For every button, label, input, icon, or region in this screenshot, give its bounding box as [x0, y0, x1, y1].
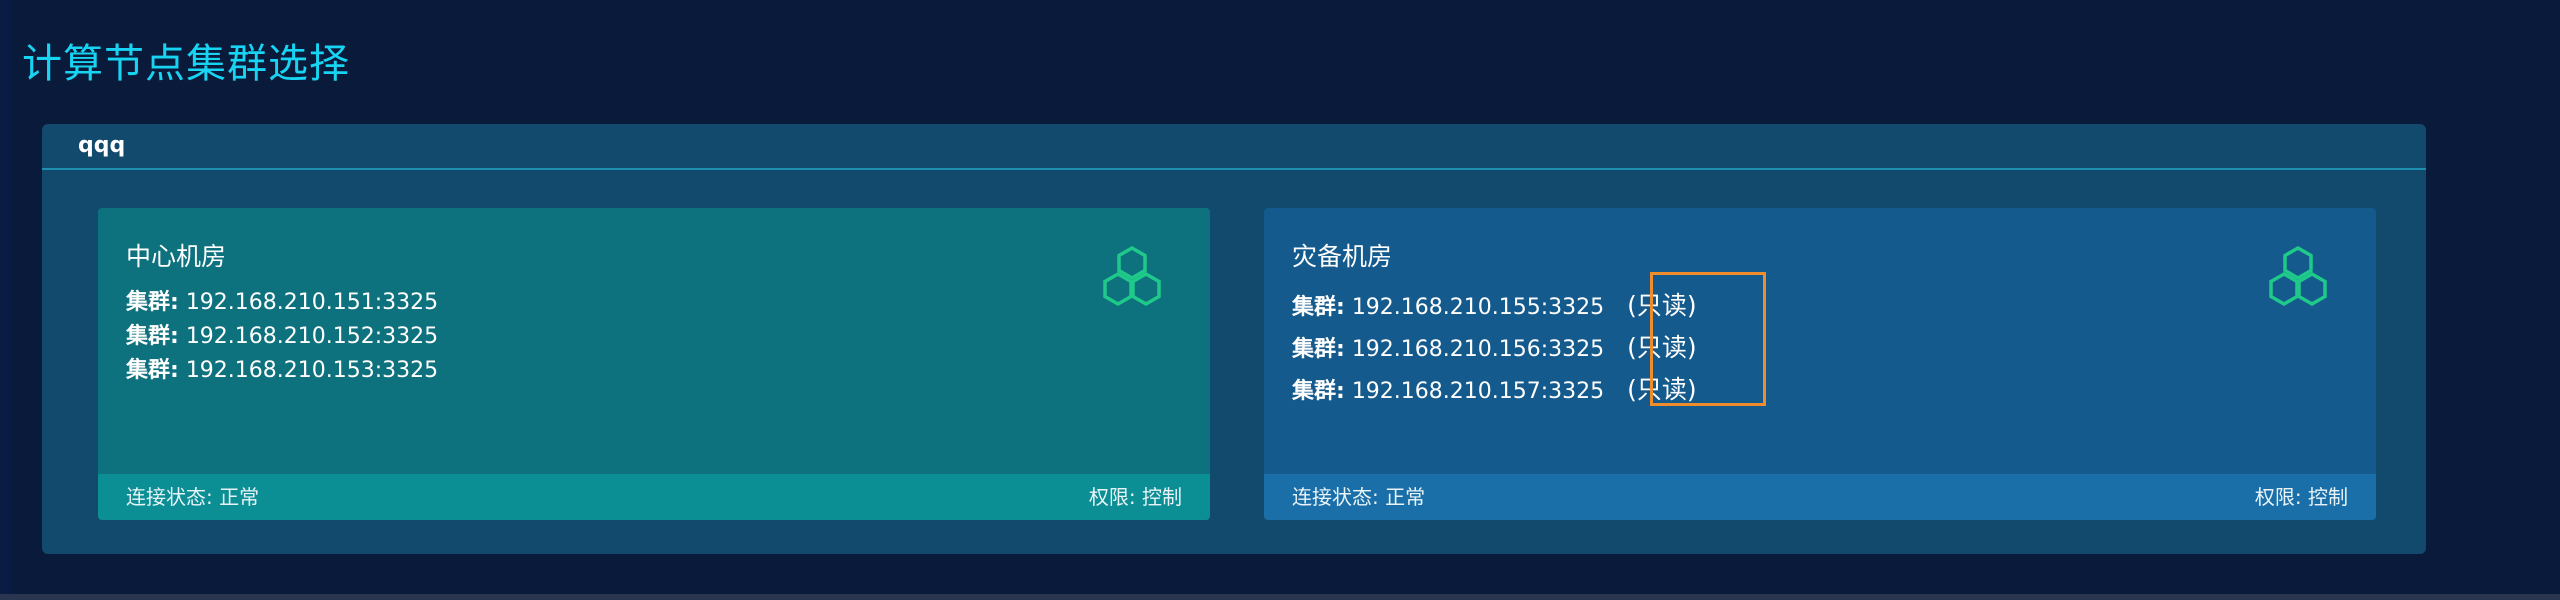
cluster-label: 集群:	[1292, 295, 1345, 320]
hexagon-cluster-icon	[1103, 245, 1161, 307]
connection-status: 连接状态: 正常	[1292, 485, 1426, 509]
site-card-title: 中心机房	[126, 242, 227, 271]
cluster-label: 集群:	[126, 290, 179, 315]
cluster-row: 集群: 192.168.210.151:3325	[126, 286, 438, 320]
cluster-list: 集群: 192.168.210.155:3325 (只读) 集群: 192.16…	[1292, 286, 1697, 412]
cluster-list: 集群: 192.168.210.151:3325 集群: 192.168.210…	[126, 286, 438, 388]
cluster-group-panel: qqq 中心机房 集群: 192.168.210.151:3325 集群: 19…	[42, 124, 2426, 554]
cluster-address: 192.168.210.157:3325	[1351, 379, 1605, 404]
site-card-backup[interactable]: 灾备机房 集群: 192.168.210.155:3325 (只读) 集群: 1…	[1264, 208, 2376, 520]
cluster-address: 192.168.210.156:3325	[1351, 337, 1605, 362]
cluster-row: 集群: 192.168.210.152:3325	[126, 320, 438, 354]
cluster-label: 集群:	[1292, 337, 1345, 362]
card-footer: 连接状态: 正常 权限: 控制	[98, 474, 1210, 520]
site-card-primary[interactable]: 中心机房 集群: 192.168.210.151:3325 集群: 192.16…	[98, 208, 1210, 520]
cluster-address: 192.168.210.151:3325	[185, 290, 439, 315]
permission-label: 权限: 控制	[2254, 485, 2348, 509]
card-footer: 连接状态: 正常 权限: 控制	[1264, 474, 2376, 520]
bottom-divider	[0, 594, 2560, 600]
page-title: 计算节点集群选择	[22, 41, 350, 87]
cluster-address: 192.168.210.155:3325	[1351, 295, 1605, 320]
cluster-label: 集群:	[126, 324, 179, 349]
permission-label: 权限: 控制	[1088, 485, 1182, 509]
cluster-row: 集群: 192.168.210.155:3325 (只读)	[1292, 286, 1697, 328]
cluster-label: 集群:	[126, 358, 179, 383]
left-edge-strip	[0, 0, 12, 600]
connection-status: 连接状态: 正常	[126, 485, 260, 509]
group-name: qqq	[78, 133, 126, 158]
cluster-row: 集群: 192.168.210.153:3325	[126, 354, 438, 388]
cluster-address: 192.168.210.152:3325	[185, 324, 439, 349]
page: 计算节点集群选择 qqq 中心机房 集群: 192.168.210.151:33…	[0, 0, 2560, 600]
cluster-row: 集群: 192.168.210.157:3325 (只读)	[1292, 370, 1697, 412]
readonly-highlight-box	[1650, 272, 1766, 406]
cluster-row: 集群: 192.168.210.156:3325 (只读)	[1292, 328, 1697, 370]
cluster-address: 192.168.210.153:3325	[185, 358, 439, 383]
group-header: qqq	[42, 124, 2426, 170]
cluster-label: 集群:	[1292, 379, 1345, 404]
hexagon-cluster-icon	[2269, 245, 2327, 307]
site-card-title: 灾备机房	[1292, 242, 1393, 271]
